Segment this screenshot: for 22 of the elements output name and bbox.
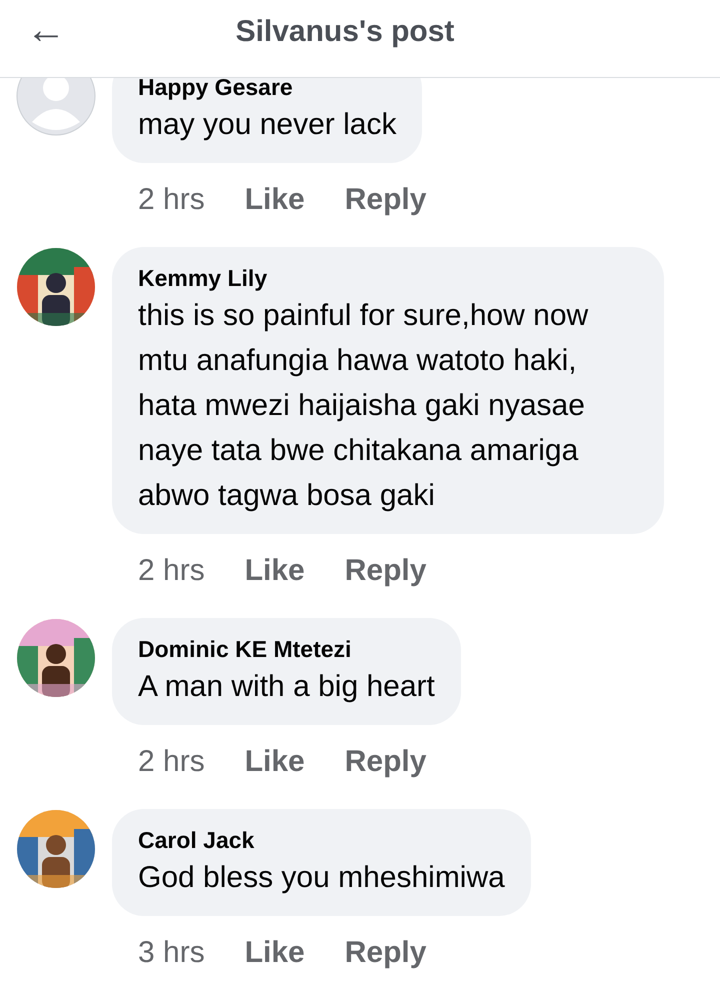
page-title: Silvanus's post bbox=[236, 14, 456, 48]
comment-text: God bless you mheshimiwa bbox=[138, 860, 505, 896]
commenter-name[interactable]: Happy Gesare bbox=[138, 78, 396, 102]
comment-text: may you never lack bbox=[138, 107, 396, 143]
reply-link[interactable]: Reply bbox=[344, 740, 426, 784]
comment-time: 2 hrs bbox=[138, 744, 205, 780]
like-link[interactable]: Like bbox=[244, 549, 305, 593]
commenter-name[interactable]: Carol Jack bbox=[138, 825, 505, 855]
reply-link[interactable]: Reply bbox=[344, 931, 426, 975]
commenter-name[interactable]: Kemmy Lily bbox=[138, 263, 638, 293]
commenter-name[interactable]: Dominic KE Mtetezi bbox=[138, 634, 435, 664]
reply-link[interactable]: Reply bbox=[344, 549, 426, 593]
comment-time: 2 hrs bbox=[138, 553, 205, 589]
comment-time: 3 hrs bbox=[138, 935, 205, 971]
comment-text: this is so painful for sure,how now mtu anafungia hawa watoto haki, hata mwezi haijaisha gaki nyasae naye tata bwe chitakana amariga abwo tagwa bosa gaki bbox=[138, 298, 590, 514]
back-button[interactable]: ← bbox=[26, 10, 66, 50]
like-link[interactable]: Like bbox=[244, 178, 305, 222]
like-link[interactable]: Like bbox=[244, 931, 305, 975]
comment-time: 2 hrs bbox=[138, 182, 205, 218]
reply-link[interactable]: Reply bbox=[344, 178, 426, 222]
like-link[interactable]: Like bbox=[244, 740, 305, 784]
comment-text: A man with a big heart bbox=[138, 669, 435, 705]
